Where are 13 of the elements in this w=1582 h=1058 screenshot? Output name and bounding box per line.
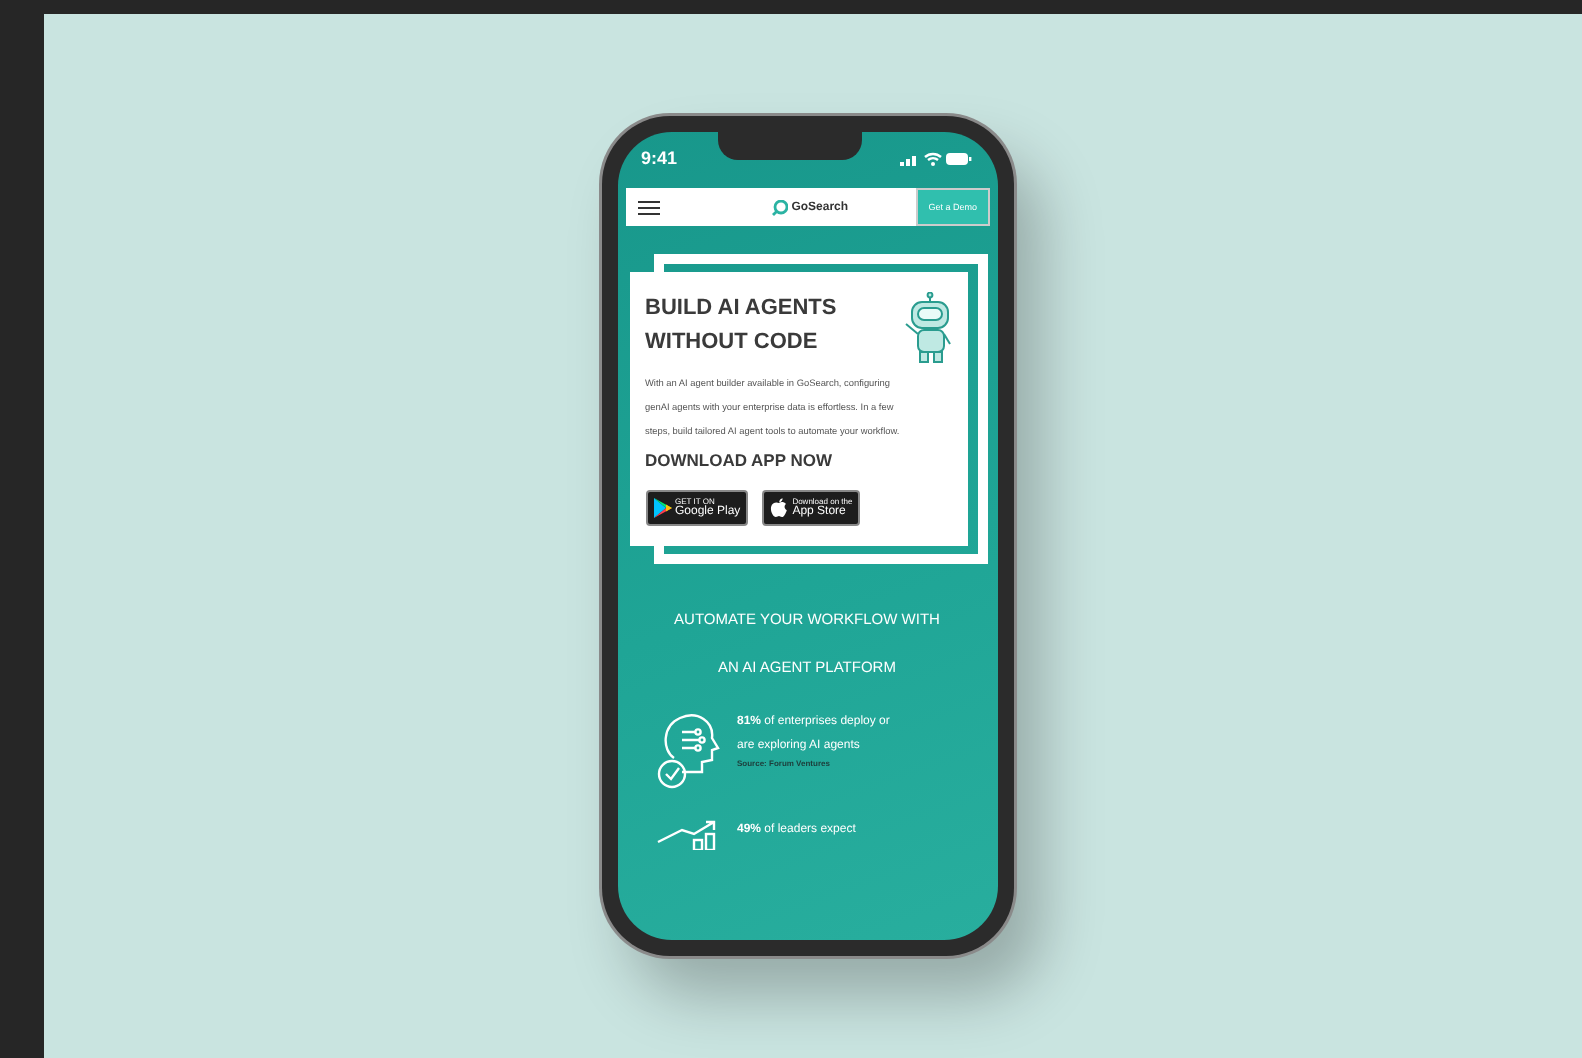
- signal-icon: [900, 151, 921, 165]
- download-heading: DOWNLOAD APP NOW: [645, 450, 834, 470]
- play-icon: [653, 498, 671, 518]
- hero-title: BUILD AI AGENTS WITHOUT CODE: [645, 294, 839, 358]
- status-time: 9:41: [641, 148, 678, 168]
- logo-icon: [771, 199, 788, 215]
- menu-icon: [637, 199, 659, 215]
- camera-notch: [717, 132, 861, 160]
- head-circuit-icon: [653, 710, 721, 790]
- apple-icon: [770, 498, 789, 518]
- wifi-icon: [924, 151, 943, 165]
- battery-icon: [946, 151, 973, 165]
- growth-chart-icon: [653, 818, 721, 850]
